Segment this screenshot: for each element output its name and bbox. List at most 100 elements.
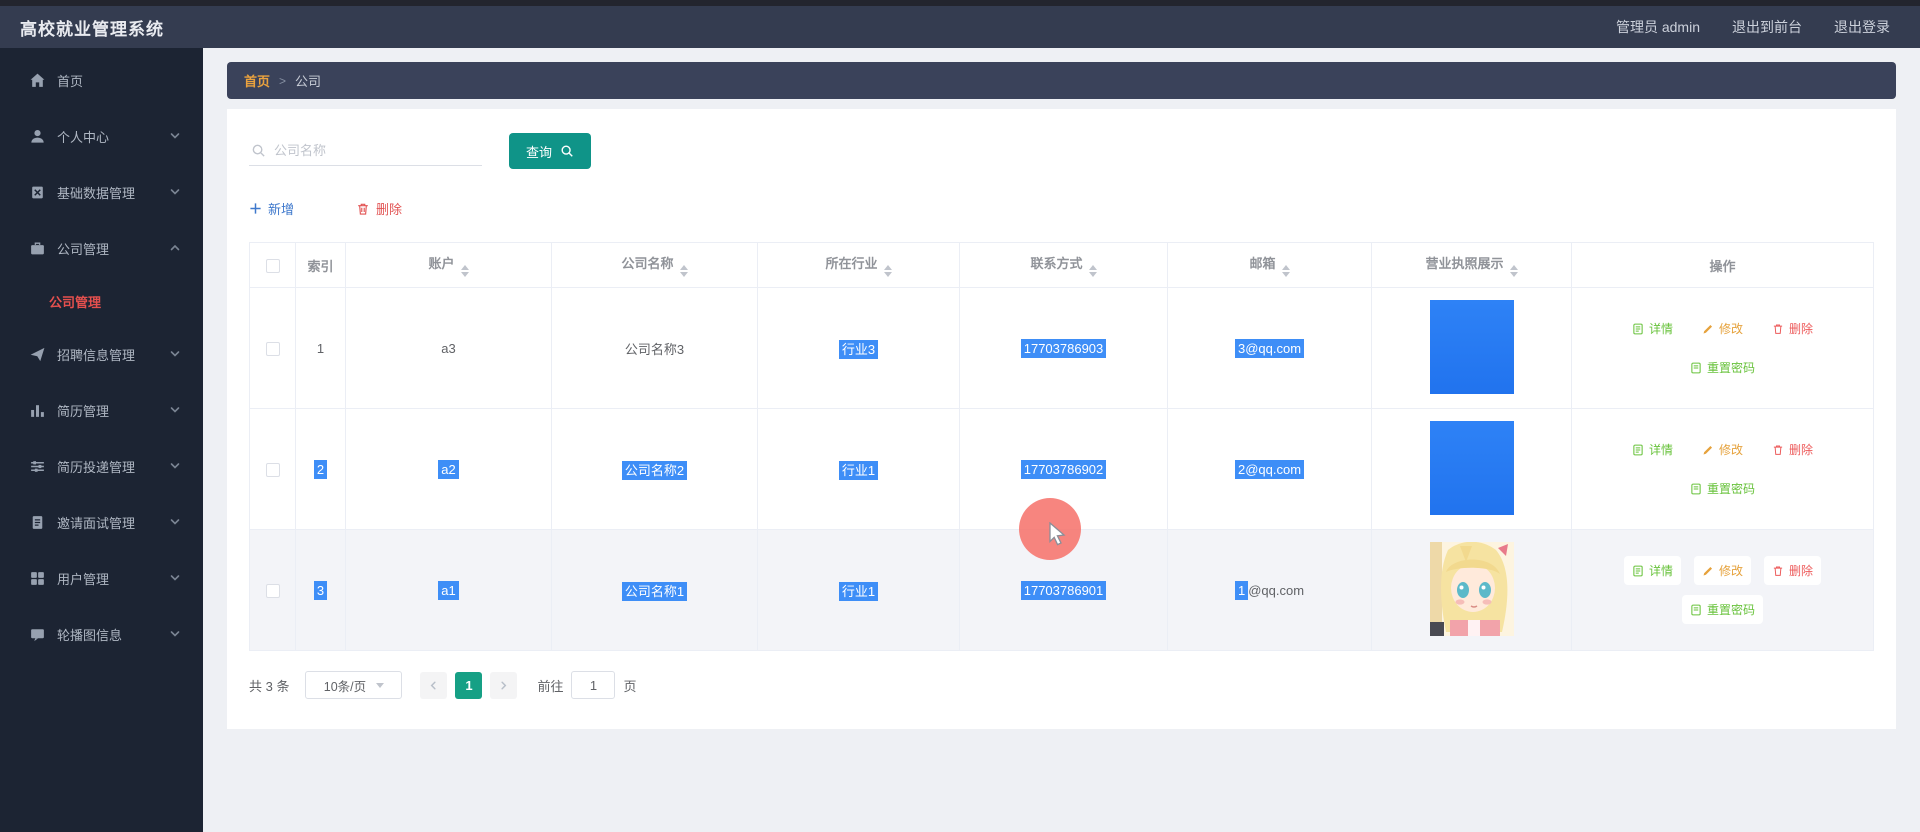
column-header-company: 公司名称 (552, 243, 758, 288)
column-header-license: 营业执照展示 (1372, 243, 1572, 288)
sidebar-item-resume-delivery[interactable]: 简历投递管理 (0, 438, 203, 494)
sidebar-item-user-management[interactable]: 用户管理 (0, 550, 203, 606)
pencil-icon (1702, 565, 1714, 577)
sidebar-item-label: 邀请面试管理 (57, 513, 169, 532)
license-image-selected[interactable] (1430, 300, 1514, 394)
company-name-search-input[interactable] (274, 143, 480, 158)
search-icon (251, 143, 266, 158)
detail-icon (1632, 323, 1644, 335)
main-content: 首页 > 公司 查询 新增 (203, 48, 1920, 832)
goto-page-input[interactable] (571, 671, 615, 699)
sort-control[interactable] (1510, 265, 1518, 277)
plus-icon (249, 202, 262, 215)
delete-row-button[interactable]: 删除 (1764, 314, 1821, 343)
sidebar-item-home[interactable]: 首页 (0, 52, 203, 108)
grid-icon (29, 570, 46, 587)
exit-to-front-link[interactable]: 退出到前台 (1732, 17, 1802, 37)
edit-button[interactable]: 修改 (1694, 314, 1751, 343)
sidebar-subitem-company-management-active[interactable]: 公司管理 (0, 276, 203, 326)
cell-company: 公司名称3 (552, 288, 758, 409)
delete-button[interactable]: 删除 (356, 199, 402, 218)
cell-email: 3@qq.com (1168, 288, 1372, 409)
carousel-icon (29, 626, 46, 643)
select-all-checkbox[interactable] (266, 259, 280, 273)
row-checkbox[interactable] (266, 342, 280, 356)
edit-button[interactable]: 修改 (1694, 556, 1751, 585)
row-checkbox[interactable] (266, 463, 280, 477)
cell-company: 公司名称2 (552, 409, 758, 530)
sort-control[interactable] (1282, 265, 1290, 277)
row-checkbox[interactable] (266, 584, 280, 598)
logout-link[interactable]: 退出登录 (1834, 17, 1890, 37)
pencil-icon (1702, 323, 1714, 335)
sidebar-item-personal-center[interactable]: 个人中心 (0, 108, 203, 164)
sidebar-item-base-data[interactable]: 基础数据管理 (0, 164, 203, 220)
sidebar-item-recruit-info[interactable]: 招聘信息管理 (0, 326, 203, 382)
sidebar-item-company-management[interactable]: 公司管理 (0, 220, 203, 276)
column-header-index: 索引 (296, 243, 346, 288)
sort-control[interactable] (680, 265, 688, 277)
search-icon (560, 144, 574, 158)
page-size-select[interactable]: 10条/页 (305, 671, 402, 699)
chevron-down-icon (169, 572, 181, 584)
sidebar-item-interview-invite[interactable]: 邀请面试管理 (0, 494, 203, 550)
column-header-actions: 操作 (1572, 243, 1874, 288)
cell-email: 2@qq.com (1168, 409, 1372, 530)
page-number-button[interactable]: 1 (455, 672, 482, 699)
add-button-label: 新增 (268, 199, 294, 218)
sidebar-item-resume-management[interactable]: 简历管理 (0, 382, 203, 438)
next-page-button[interactable] (490, 672, 517, 699)
total-count-label: 共 3 条 (249, 676, 289, 695)
sidebar-item-label: 简历投递管理 (57, 457, 169, 476)
current-user-label[interactable]: 管理员 admin (1616, 17, 1700, 37)
sidebar: 首页 个人中心 基础数据管理 公司管理 (0, 48, 203, 832)
user-icon (29, 128, 46, 145)
clipboard-icon (29, 184, 46, 201)
chevron-down-icon (169, 404, 181, 416)
reset-password-button[interactable]: 重置密码 (1682, 353, 1763, 382)
add-button[interactable]: 新增 (249, 199, 294, 218)
cell-industry: 行业1 (758, 530, 960, 651)
table-row: 3 a1 公司名称1 行业1 17703786901 1@qq.com (250, 530, 1874, 651)
prev-page-button[interactable] (420, 672, 447, 699)
search-box (249, 136, 482, 166)
license-image-selected[interactable] (1430, 421, 1514, 515)
sort-control[interactable] (461, 265, 469, 277)
sort-control[interactable] (884, 265, 892, 277)
table-header-row: 索引 账户 公司名称 所在行业 联系方式 邮箱 营业执照展示 操作 (250, 243, 1874, 288)
column-header-email: 邮箱 (1168, 243, 1372, 288)
breadcrumb-current: 公司 (295, 71, 321, 90)
cell-account: a2 (346, 409, 552, 530)
goto-suffix-label: 页 (623, 676, 636, 695)
detail-button[interactable]: 详情 (1624, 556, 1681, 585)
chevron-down-icon (376, 683, 384, 692)
delete-row-button[interactable]: 删除 (1764, 435, 1821, 464)
chevron-down-icon (169, 348, 181, 360)
reset-password-button[interactable]: 重置密码 (1682, 474, 1763, 503)
cell-email: 1@qq.com (1168, 530, 1372, 651)
company-table: 索引 账户 公司名称 所在行业 联系方式 邮箱 营业执照展示 操作 1 a3 (249, 242, 1874, 651)
edit-button[interactable]: 修改 (1694, 435, 1751, 464)
reset-password-icon (1690, 483, 1702, 495)
chevron-down-icon (169, 516, 181, 528)
sort-control[interactable] (1089, 265, 1097, 277)
delete-button-label: 删除 (376, 199, 402, 218)
sidebar-item-carousel-info[interactable]: 轮播图信息 (0, 606, 203, 662)
chevron-down-icon (169, 186, 181, 198)
detail-button[interactable]: 详情 (1624, 314, 1681, 343)
detail-icon (1632, 444, 1644, 456)
breadcrumb: 首页 > 公司 (227, 62, 1896, 99)
breadcrumb-home[interactable]: 首页 (244, 71, 270, 90)
briefcase-icon (29, 240, 46, 257)
table-row: 1 a3 公司名称3 行业3 17703786903 3@qq.com (250, 288, 1874, 409)
trash-icon (356, 202, 370, 216)
detail-button[interactable]: 详情 (1624, 435, 1681, 464)
reset-password-button[interactable]: 重置密码 (1682, 595, 1763, 624)
license-image[interactable] (1430, 542, 1514, 636)
send-icon (29, 346, 46, 363)
delete-row-button[interactable]: 删除 (1764, 556, 1821, 585)
column-header-industry: 所在行业 (758, 243, 960, 288)
detail-icon (1632, 565, 1644, 577)
query-button[interactable]: 查询 (509, 133, 591, 169)
cell-index: 1 (296, 288, 346, 409)
